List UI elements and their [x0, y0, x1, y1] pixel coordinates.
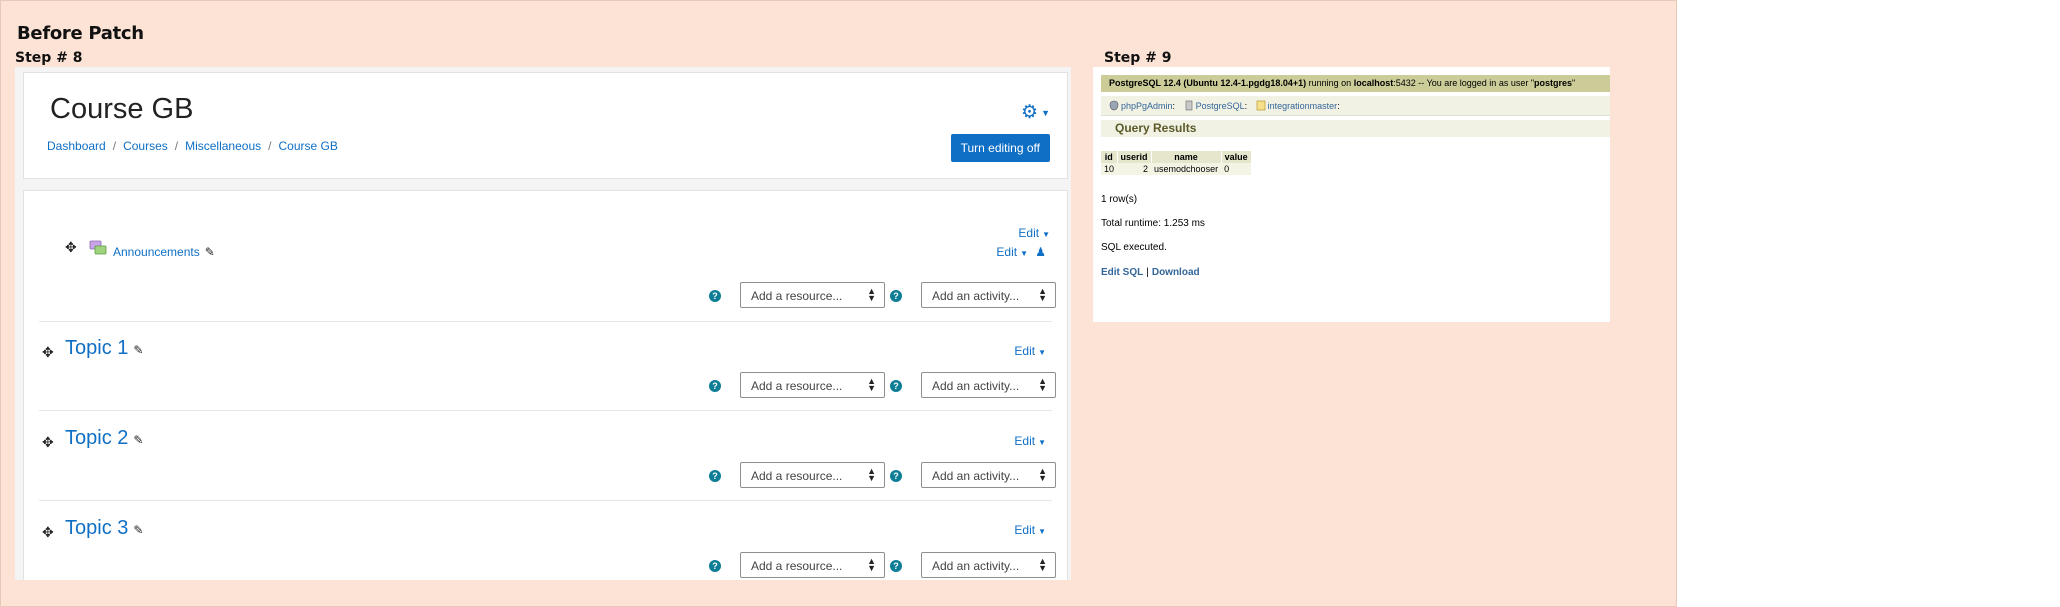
- section-0-edit-menu[interactable]: Edit ▼: [1018, 226, 1050, 240]
- move-icon[interactable]: ✥: [42, 344, 54, 361]
- runtime: Total runtime: 1.253 ms: [1101, 218, 1205, 229]
- breadcrumb: Dashboard / Courses / Miscellaneous / Course G…: [47, 139, 338, 153]
- caret-down-icon: ▼: [1042, 230, 1050, 239]
- add-activity-select[interactable]: Add an activity... ▲ ▼: [921, 372, 1056, 398]
- help-icon[interactable]: ?: [890, 470, 902, 482]
- add-activity-select[interactable]: Add an activity... ▲ ▼: [921, 552, 1056, 578]
- database-icon: [1256, 100, 1265, 111]
- phppgadmin-icon: [1109, 100, 1119, 111]
- help-icon[interactable]: ?: [890, 380, 902, 392]
- column-header: value: [1221, 151, 1252, 163]
- trail: phpPgAdmin: PostgreSQL: integrationmaste…: [1101, 96, 1610, 116]
- select-arrows-icon: ▲ ▼: [1038, 286, 1047, 303]
- pencil-icon[interactable]: ✎: [133, 433, 143, 447]
- pencil-icon[interactable]: ✎: [205, 245, 215, 259]
- topic-1-edit-menu[interactable]: Edit ▼: [1014, 344, 1046, 358]
- result-actions: Edit SQL | Download: [1101, 267, 1200, 278]
- add-activity-select[interactable]: Add an activity... ▲ ▼: [921, 282, 1056, 308]
- page-title: Before Patch: [17, 23, 144, 44]
- server-icon: [1185, 100, 1192, 111]
- pencil-icon[interactable]: ✎: [133, 343, 143, 357]
- move-icon[interactable]: ✥: [42, 434, 54, 451]
- user-icon[interactable]: ♟: [1035, 245, 1046, 259]
- trail-phppgadmin[interactable]: phpPgAdmin: [1121, 101, 1173, 111]
- select-arrows-icon: ▲ ▼: [867, 286, 876, 303]
- course-title: Course GB: [50, 93, 194, 125]
- breadcrumb-courses[interactable]: Courses: [123, 139, 168, 153]
- help-icon[interactable]: ?: [709, 290, 721, 302]
- caret-down-icon: ▼: [1020, 249, 1028, 258]
- moodle-course-page: Course GB Dashboard / Courses / Miscellaneou…: [15, 67, 1071, 580]
- turn-editing-off-button[interactable]: Turn editing off: [950, 134, 1050, 162]
- phppgadmin-panel: PostgreSQL 12.4 (Ubuntu 12.4-1.pgdg18.04…: [1093, 67, 1610, 322]
- trail-postgresql[interactable]: PostgreSQL: [1196, 101, 1245, 111]
- help-icon[interactable]: ?: [709, 380, 721, 392]
- pencil-icon[interactable]: ✎: [133, 523, 143, 537]
- server-info-bar: PostgreSQL 12.4 (Ubuntu 12.4-1.pgdg18.04…: [1101, 75, 1610, 92]
- breadcrumb-miscellaneous[interactable]: Miscellaneous: [185, 139, 261, 153]
- section-divider: [39, 500, 1052, 501]
- step-8-label: Step # 8: [15, 50, 83, 66]
- caret-down-icon: ▼: [1038, 438, 1046, 447]
- query-results-heading: Query Results: [1101, 120, 1610, 137]
- topic-1-title[interactable]: Topic 1 ✎: [65, 337, 143, 360]
- add-activity-select[interactable]: Add an activity... ▲ ▼: [921, 462, 1056, 488]
- forum-icon: [89, 240, 107, 255]
- caret-down-icon: ▼: [1038, 527, 1046, 536]
- select-arrows-icon: ▲ ▼: [1038, 556, 1047, 573]
- caret-down-icon: ▼: [1038, 348, 1046, 357]
- screenshot-canvas: Before Patch Step # 8 Step # 9 Course GB…: [0, 0, 1677, 607]
- add-resource-select[interactable]: Add a resource... ▲ ▼: [740, 552, 885, 578]
- select-arrows-icon: ▲ ▼: [867, 376, 876, 393]
- course-content: Edit ▼ ✥ Announcements ✎ Edit ▼ ♟ ? Add a r…: [23, 190, 1068, 580]
- add-resource-select[interactable]: Add a resource... ▲ ▼: [740, 462, 885, 488]
- announcements-link[interactable]: Announcements ✎: [113, 245, 215, 259]
- section-divider: [39, 410, 1052, 411]
- topic-2-edit-menu[interactable]: Edit ▼: [1014, 434, 1046, 448]
- topic-2-title[interactable]: Topic 2 ✎: [65, 427, 143, 450]
- announcements-edit-menu[interactable]: Edit ▼: [996, 245, 1028, 259]
- column-header: name: [1151, 151, 1222, 163]
- course-settings-menu[interactable]: ⚙ ▼: [1021, 101, 1050, 124]
- move-icon[interactable]: ✥: [65, 239, 77, 256]
- select-arrows-icon: ▲ ▼: [1038, 466, 1047, 483]
- column-header: userid: [1117, 151, 1152, 163]
- select-arrows-icon: ▲ ▼: [867, 466, 876, 483]
- select-arrows-icon: ▲ ▼: [867, 556, 876, 573]
- row-count: 1 row(s): [1101, 194, 1138, 205]
- table-row: 10 2 usemodchooser 0: [1101, 163, 1252, 175]
- results-table: id userid name value 10 2 usemodchooser …: [1101, 151, 1252, 175]
- column-header: id: [1101, 151, 1118, 163]
- help-icon[interactable]: ?: [709, 470, 721, 482]
- help-icon[interactable]: ?: [709, 560, 721, 572]
- move-icon[interactable]: ✥: [42, 524, 54, 541]
- gear-icon: ⚙: [1021, 102, 1039, 123]
- edit-sql-link[interactable]: Edit SQL: [1101, 267, 1143, 278]
- sql-executed: SQL executed.: [1101, 242, 1167, 253]
- add-resource-select[interactable]: Add a resource... ▲ ▼: [740, 282, 885, 308]
- topic-3-edit-menu[interactable]: Edit ▼: [1014, 523, 1046, 537]
- course-header: Course GB Dashboard / Courses / Miscellaneou…: [23, 72, 1068, 179]
- help-icon[interactable]: ?: [890, 290, 902, 302]
- trail-database[interactable]: integrationmaster: [1268, 101, 1338, 111]
- topic-3-title[interactable]: Topic 3 ✎: [65, 517, 143, 540]
- download-link[interactable]: Download: [1152, 267, 1200, 278]
- step-9-label: Step # 9: [1104, 50, 1172, 66]
- help-icon[interactable]: ?: [890, 560, 902, 572]
- add-resource-select[interactable]: Add a resource... ▲ ▼: [740, 372, 885, 398]
- caret-down-icon: ▼: [1041, 107, 1050, 118]
- select-arrows-icon: ▲ ▼: [1038, 376, 1047, 393]
- breadcrumb-dashboard[interactable]: Dashboard: [47, 139, 106, 153]
- section-divider: [39, 321, 1052, 322]
- breadcrumb-course[interactable]: Course GB: [278, 139, 337, 153]
